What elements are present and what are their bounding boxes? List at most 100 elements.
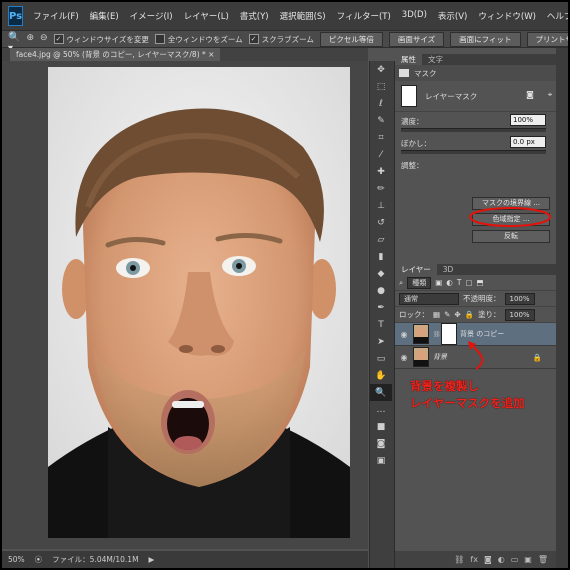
brush-tool-icon[interactable]: ✏: [370, 180, 392, 197]
fx-icon[interactable]: fx: [470, 555, 478, 564]
vector-mask-icon[interactable]: ⌖: [544, 90, 556, 102]
menu-type[interactable]: 書式(Y): [240, 10, 269, 22]
shape-tool-icon[interactable]: ▭: [370, 350, 392, 367]
filter-kind-select[interactable]: 種類: [407, 276, 432, 289]
panel-collapse-bar[interactable]: [556, 48, 568, 568]
fill-label: 塗り：: [478, 310, 501, 319]
lasso-tool-icon[interactable]: ℓ: [370, 95, 392, 112]
fill-screen-button[interactable]: 画面にフィット: [450, 31, 521, 47]
feather-slider[interactable]: [401, 150, 546, 154]
invert-button[interactable]: 反転: [472, 230, 550, 243]
lock-all-icon[interactable]: 🔒: [465, 310, 474, 319]
eye-icon[interactable]: ◉: [399, 353, 409, 362]
scrubby-zoom-checkbox[interactable]: ✓ スクラブズーム: [248, 34, 314, 45]
chain-icon[interactable]: ⛓: [433, 331, 441, 338]
layer-name[interactable]: 背景: [433, 352, 529, 362]
marquee-tool-icon[interactable]: ⬚: [370, 78, 392, 95]
filter-pixel-icon[interactable]: ▣: [435, 278, 442, 287]
menu-view[interactable]: 表示(V): [438, 10, 467, 22]
link-layers-icon[interactable]: ⛓: [454, 555, 464, 564]
path-select-tool-icon[interactable]: ➤: [370, 333, 392, 350]
filter-smart-icon[interactable]: ⬒: [477, 278, 484, 287]
eye-icon[interactable]: ◉: [399, 330, 409, 339]
lock-pixels-icon[interactable]: ✎: [444, 310, 450, 319]
status-menu-arrow[interactable]: ▶: [149, 555, 155, 564]
move-tool-icon[interactable]: ✥: [370, 61, 392, 78]
quick-mask-icon[interactable]: ◙: [370, 435, 392, 452]
lock-transparency-icon[interactable]: ▦: [433, 310, 440, 319]
zoom-tool-icon[interactable]: 🔍: [370, 384, 392, 401]
blend-mode-select[interactable]: 通常: [399, 292, 459, 305]
opacity-label: 不透明度：: [463, 294, 501, 303]
zoom-out-icon[interactable]: ⊖: [40, 33, 48, 45]
eyedropper-tool-icon[interactable]: ⁄: [370, 146, 392, 163]
mask-edge-button[interactable]: マスクの境界線 ...: [472, 197, 550, 210]
filter-type-icon[interactable]: T: [457, 278, 462, 287]
document-tab[interactable]: face4.jpg @ 50% (背景 のコピー, レイヤーマスク/8) * ×: [10, 48, 221, 61]
density-slider[interactable]: [401, 128, 546, 132]
layer-name[interactable]: 背景 のコピー: [460, 329, 556, 339]
options-bar: 🔍▾ ⊕ ⊖ ✓ウィンドウサイズを変更 全ウィンドウをズーム ✓スクラブズーム …: [2, 30, 568, 54]
menu-filter[interactable]: フィルター(T): [337, 10, 391, 22]
new-layer-icon[interactable]: ▣: [524, 555, 532, 564]
refine-label: 調整：: [401, 161, 424, 170]
zoom-level[interactable]: 50%: [8, 555, 25, 564]
layer-mask-thumbnail[interactable]: [441, 323, 457, 345]
menu-3d[interactable]: 3D(D): [402, 10, 427, 22]
healing-tool-icon[interactable]: ✚: [370, 163, 392, 180]
menu-layer[interactable]: レイヤー(L): [184, 10, 229, 22]
pen-tool-icon[interactable]: ✒: [370, 299, 392, 316]
tab-3d[interactable]: 3D: [437, 264, 460, 275]
menu-edit[interactable]: 編集(E): [90, 10, 119, 22]
opacity-input[interactable]: 100%: [504, 292, 535, 305]
zoom-all-windows-checkbox[interactable]: 全ウィンドウをズーム: [154, 34, 243, 45]
stamp-tool-icon[interactable]: ⊥: [370, 197, 392, 214]
tab-character[interactable]: 文字: [422, 54, 449, 65]
close-icon[interactable]: ×: [208, 50, 214, 59]
quick-select-tool-icon[interactable]: ✎: [370, 112, 392, 129]
feather-input[interactable]: 0.0 px: [510, 136, 546, 148]
layer-row[interactable]: ◉ 背景 🔒: [395, 346, 556, 369]
gradient-tool-icon[interactable]: ▮: [370, 248, 392, 265]
fill-input[interactable]: 100%: [504, 308, 535, 321]
info-icon[interactable]: ⦿: [35, 554, 43, 565]
crop-tool-icon[interactable]: ⌗: [370, 129, 392, 146]
menu-window[interactable]: ウィンドウ(W): [478, 10, 536, 22]
zoom-icon[interactable]: 🔍▾: [8, 32, 20, 54]
mask-thumbnail[interactable]: [401, 85, 417, 107]
hand-tool-icon[interactable]: ✋: [370, 367, 392, 384]
color-swatches-icon[interactable]: ■: [370, 418, 392, 435]
filter-shape-icon[interactable]: ▢: [465, 278, 472, 287]
more-tools-icon[interactable]: …: [370, 401, 392, 418]
zoom-in-icon[interactable]: ⊕: [26, 33, 34, 45]
history-brush-tool-icon[interactable]: ↺: [370, 214, 392, 231]
fit-screen-button[interactable]: 画面サイズ: [388, 31, 445, 47]
menu-help[interactable]: ヘルプ(H): [547, 10, 568, 22]
color-range-button[interactable]: 色域指定 ...: [472, 213, 550, 226]
screen-mode-icon[interactable]: ▣: [370, 452, 392, 469]
properties-tabs: 属性 文字: [395, 54, 556, 65]
trash-icon[interactable]: 🗑: [538, 555, 548, 564]
tab-layers[interactable]: レイヤー: [395, 264, 437, 275]
canvas-area[interactable]: [2, 61, 368, 549]
adjustment-layer-icon[interactable]: ◐: [498, 555, 505, 564]
pixel-mask-icon[interactable]: ◙: [524, 90, 536, 102]
lock-position-icon[interactable]: ✥: [454, 310, 460, 319]
lock-label: ロック：: [399, 310, 429, 319]
dodge-tool-icon[interactable]: ●: [370, 282, 392, 299]
eraser-tool-icon[interactable]: ▱: [370, 231, 392, 248]
blur-tool-icon[interactable]: ◆: [370, 265, 392, 282]
layer-row[interactable]: ◉ ⛓ 背景 のコピー: [395, 323, 556, 346]
menu-image[interactable]: イメージ(I): [130, 10, 173, 22]
filter-adjust-icon[interactable]: ◐: [446, 278, 453, 287]
density-input[interactable]: 100%: [510, 114, 546, 126]
add-mask-icon[interactable]: ◙: [484, 555, 492, 564]
actual-pixels-button[interactable]: ピクセル等倍: [319, 31, 383, 47]
menu-select[interactable]: 選択範囲(S): [280, 10, 326, 22]
tab-properties[interactable]: 属性: [395, 54, 422, 65]
type-tool-icon[interactable]: T: [370, 316, 392, 333]
menu-file[interactable]: ファイル(F): [33, 10, 79, 22]
new-group-icon[interactable]: ▭: [511, 555, 519, 564]
print-size-button[interactable]: プリントサイズ: [526, 31, 568, 47]
resize-windows-checkbox[interactable]: ✓ ウィンドウサイズを変更: [53, 34, 149, 45]
